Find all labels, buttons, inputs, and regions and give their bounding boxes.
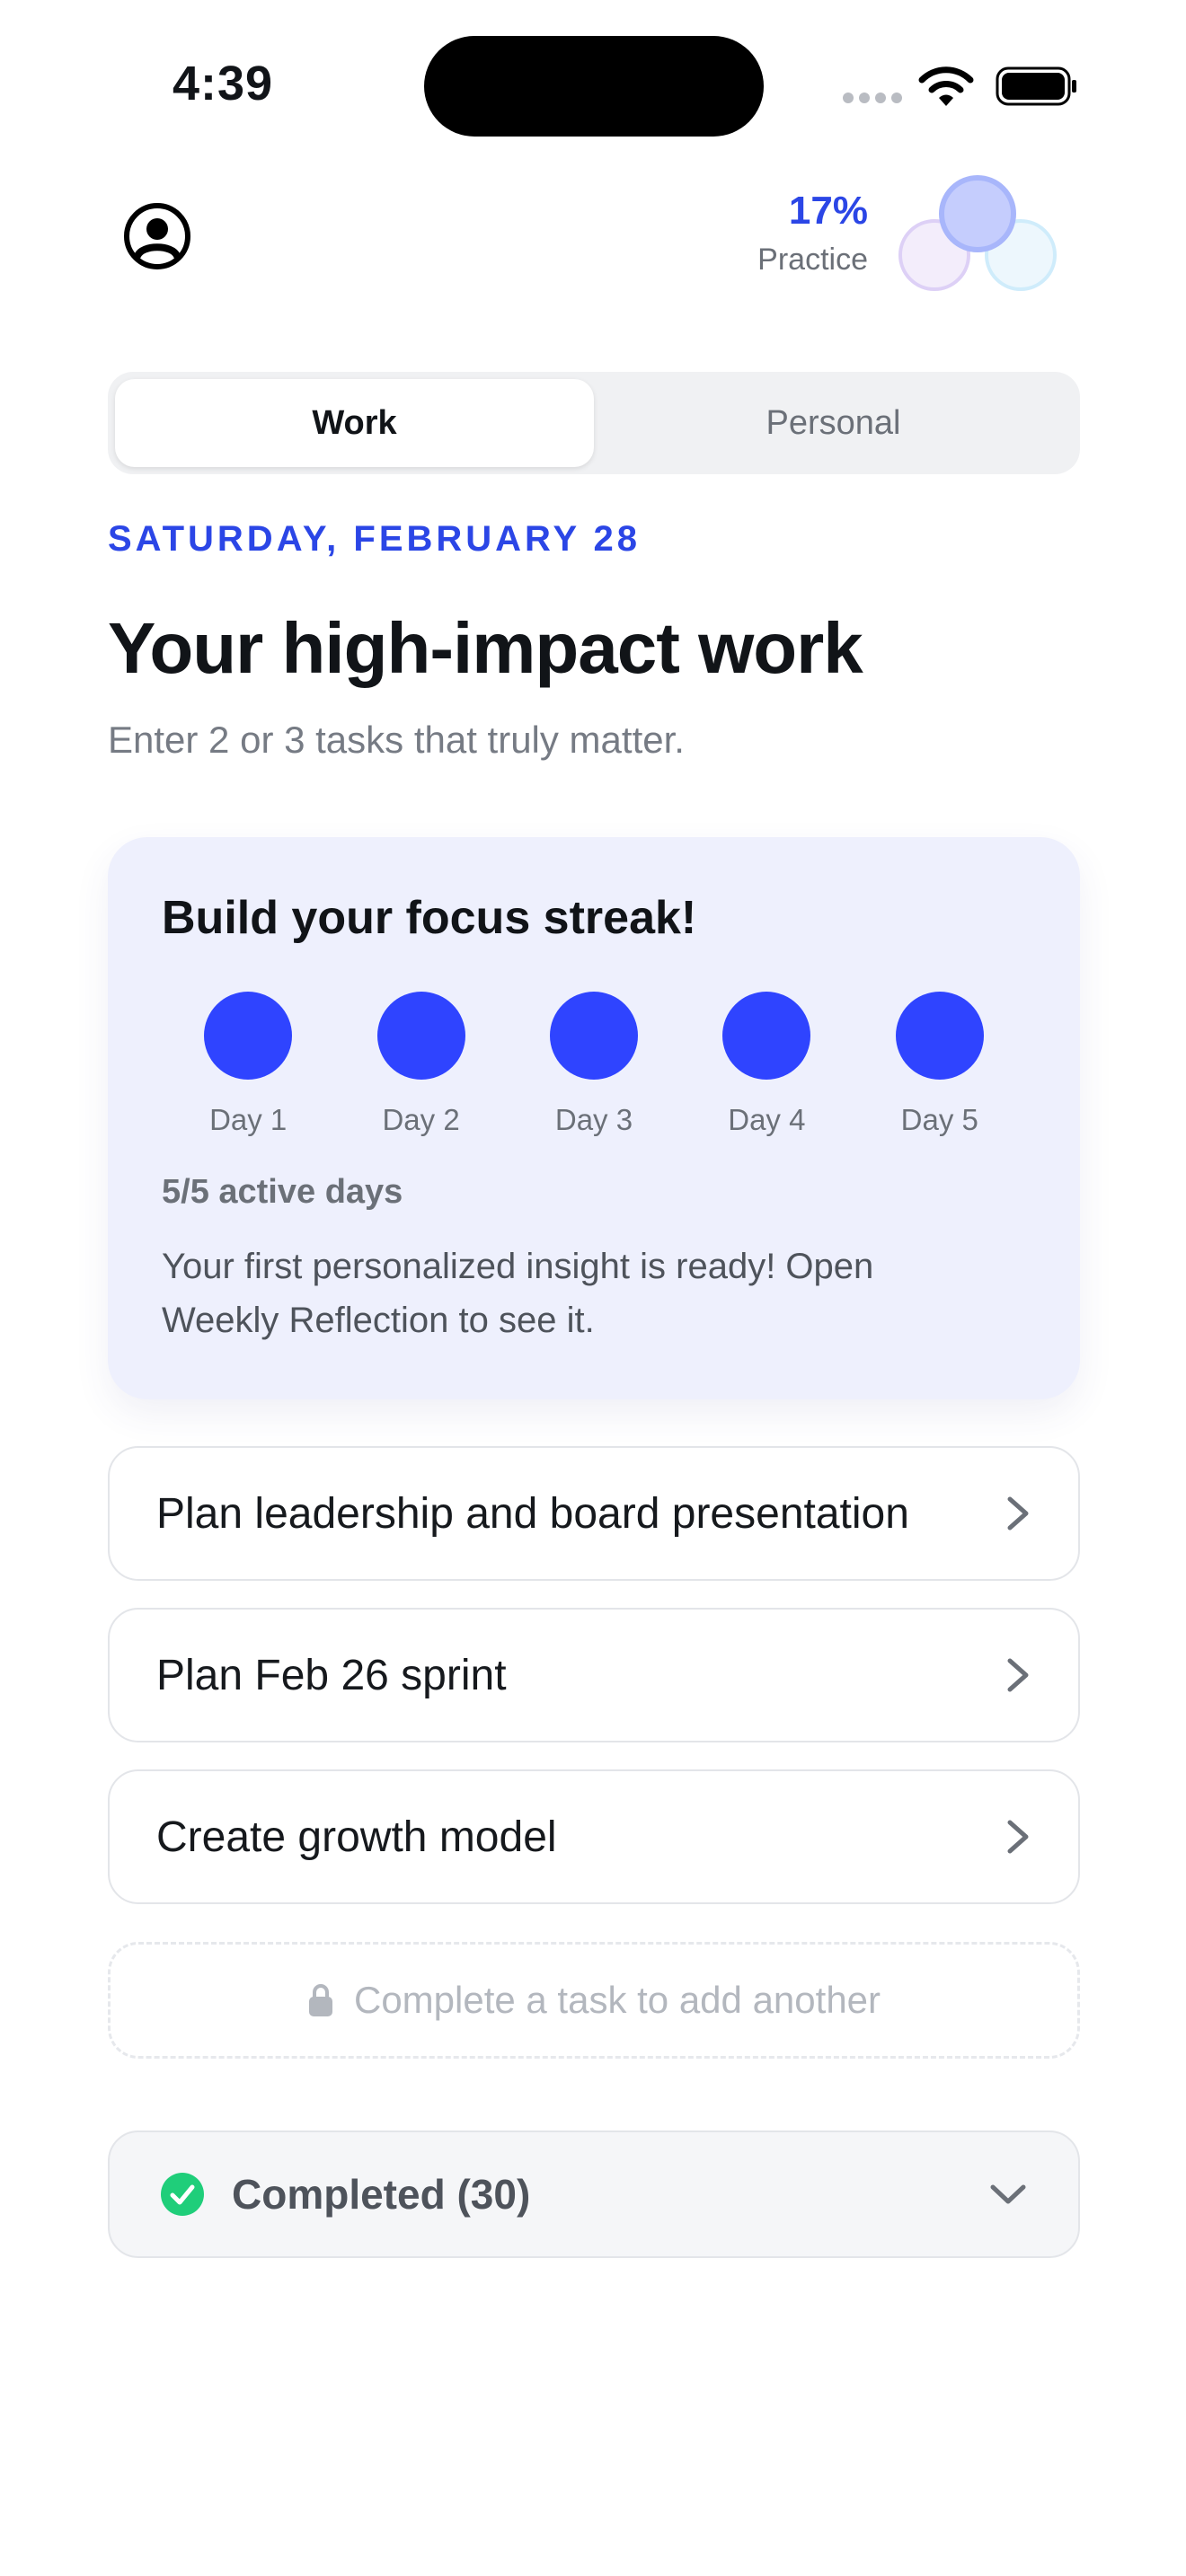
page-subtitle: Enter 2 or 3 tasks that truly matter. — [108, 719, 685, 761]
tab-work[interactable]: Work — [115, 379, 594, 467]
streak-day-dot — [895, 992, 984, 1080]
wifi-icon — [918, 66, 974, 106]
chevron-right-icon — [1007, 1820, 1029, 1854]
battery-icon — [996, 66, 1076, 106]
practice-bubbles-icon[interactable] — [895, 172, 1060, 295]
insight-text: Your first personalized insight is ready… — [162, 1247, 874, 1340]
chevron-down-icon — [990, 2184, 1026, 2204]
streak-day: Day 3 — [522, 992, 666, 1137]
streak-day-dot — [204, 992, 293, 1080]
streak-day-dot — [376, 992, 465, 1080]
streak-day: Day 4 — [695, 992, 838, 1137]
page-title: Your high-impact work — [108, 608, 863, 688]
status-time: 4:39 — [173, 57, 274, 110]
streak-day-label: Day 1 — [209, 1103, 288, 1136]
task-item[interactable]: Create growth model — [108, 1769, 1080, 1904]
completed-section-toggle[interactable]: Completed (30) — [108, 2130, 1080, 2258]
dynamic-island — [424, 36, 764, 137]
lock-icon — [308, 1984, 332, 2016]
streak-day-dot — [722, 992, 811, 1080]
streak-card[interactable]: Build your focus streak! Day 1 Day 2 Day… — [108, 837, 1080, 1399]
streak-day-label: Day 2 — [382, 1103, 460, 1136]
task-label: Create growth model — [156, 1813, 557, 1861]
tab-personal[interactable]: Personal — [594, 379, 1073, 467]
completed-label: Completed (30) — [232, 2171, 531, 2218]
streak-day: Day 1 — [176, 992, 320, 1137]
streak-day: Day 2 — [350, 992, 493, 1137]
work-personal-toggle: Work Personal — [108, 372, 1080, 474]
add-task-hint: Complete a task to add another — [353, 1979, 881, 2021]
streak-day: Day 5 — [868, 992, 1012, 1137]
cellular-signal-icon — [843, 93, 902, 103]
task-item[interactable]: Plan Feb 26 sprint — [108, 1608, 1080, 1742]
streak-day-label: Day 3 — [554, 1103, 633, 1136]
task-item[interactable]: Plan leadership and board presentation — [108, 1446, 1080, 1581]
check-circle-icon — [161, 2173, 204, 2216]
profile-icon — [124, 203, 190, 269]
streak-days: Day 1 Day 2 Day 3 Day 4 Day 5 — [162, 992, 1026, 1137]
task-label: Plan Feb 26 sprint — [156, 1651, 507, 1699]
active-days-count: 5/5 active days — [162, 1173, 403, 1211]
date-label: SATURDAY, FEBRUARY 28 — [108, 519, 642, 559]
streak-day-label: Day 4 — [728, 1103, 806, 1136]
chevron-right-icon — [1007, 1658, 1029, 1692]
add-task-slot-locked: Complete a task to add another — [108, 1942, 1080, 2059]
practice-label[interactable]: Practice — [757, 243, 868, 278]
app-screen: 4:39 17% Practice Work Personal SATURDAY… — [0, 0, 1186, 2576]
streak-day-label: Day 5 — [900, 1103, 978, 1136]
task-label: Plan leadership and board presentation — [156, 1489, 909, 1538]
streak-day-dot — [549, 992, 638, 1080]
practice-percent[interactable]: 17% — [789, 189, 868, 234]
profile-button[interactable] — [122, 201, 192, 271]
streak-title: Build your focus streak! — [162, 892, 697, 944]
chevron-right-icon — [1007, 1496, 1029, 1531]
